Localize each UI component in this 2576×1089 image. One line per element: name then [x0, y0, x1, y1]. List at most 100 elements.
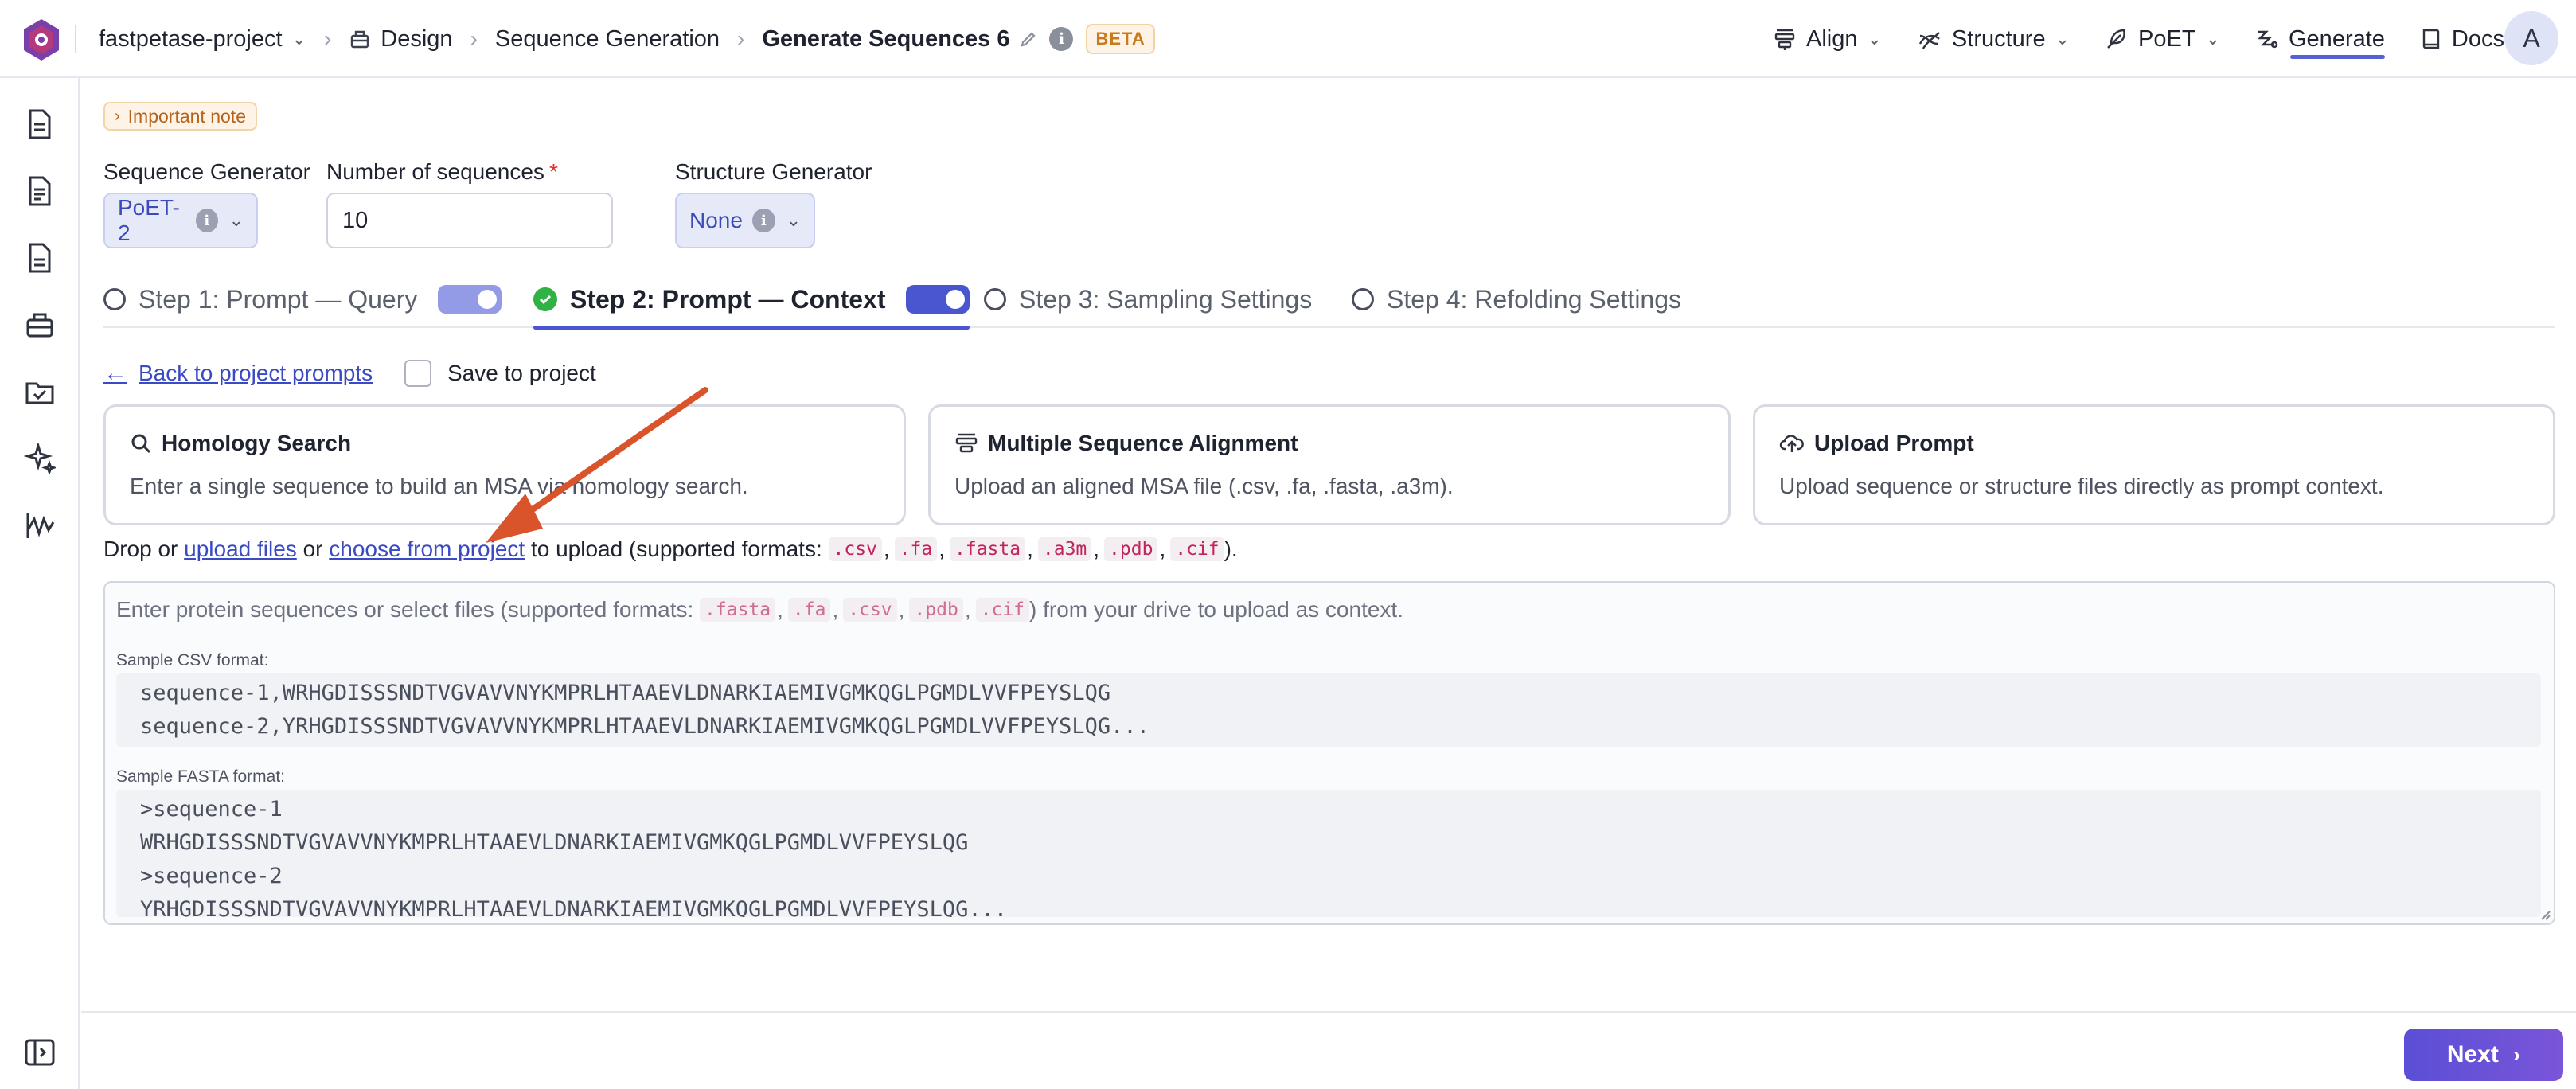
- chevron-right-icon: ›: [2512, 1042, 2521, 1067]
- tab-step-1[interactable]: Step 1: Prompt — Query: [103, 271, 502, 328]
- required-marker: *: [548, 159, 558, 184]
- structure-icon: [1918, 32, 1940, 49]
- sequence-generator-label: Sequence Generator: [103, 159, 310, 184]
- next-button[interactable]: Next ›: [2404, 1028, 2563, 1081]
- sidebar-design-icon[interactable]: [22, 307, 57, 342]
- top-nav: Align ⌄ Structure ⌄ PoET ⌄ Generate Docs: [1738, 0, 2504, 78]
- tab-step-4[interactable]: Step 4: Refolding Settings: [1352, 271, 1681, 328]
- nav-align[interactable]: Align ⌄: [1773, 0, 1882, 78]
- arrow-left-icon: ←: [103, 360, 127, 386]
- msa-card[interactable]: Multiple Sequence Alignment Upload an al…: [928, 404, 1731, 525]
- format-chip: .cif: [975, 598, 1029, 622]
- num-sequences-label-text: Number of sequences: [326, 159, 544, 184]
- homology-search-card[interactable]: Homology Search Enter a single sequence …: [103, 404, 906, 525]
- book-icon: [2422, 29, 2440, 49]
- chevron-down-icon: ⌄: [2205, 29, 2220, 49]
- align-icon: [1774, 29, 1795, 50]
- generate-icon: [2258, 30, 2278, 49]
- back-to-project-prompts-link[interactable]: ← Back to project prompts: [103, 360, 373, 387]
- tab-step-3[interactable]: Step 3: Sampling Settings: [984, 271, 1312, 328]
- upload-icon: [1779, 435, 1804, 452]
- step-2-toggle[interactable]: [906, 285, 970, 314]
- sidebar-report-icon[interactable]: [22, 174, 57, 209]
- sample-fasta-line: >sequence-1: [140, 797, 283, 822]
- save-to-project-option[interactable]: Save to project: [404, 360, 596, 387]
- format-chip: .fasta: [700, 598, 776, 622]
- resize-handle-icon[interactable]: [2538, 908, 2551, 920]
- upload-prompt-desc: Upload sequence or structure files direc…: [1779, 474, 2384, 498]
- upload-files-link[interactable]: upload files: [184, 537, 297, 562]
- sidebar-document-icon[interactable]: [22, 107, 57, 142]
- sequence-generator-value: PoET-2: [118, 195, 180, 245]
- avatar[interactable]: A: [2504, 11, 2558, 65]
- format-chip: .fasta: [950, 537, 1026, 561]
- drop-or: or: [302, 537, 323, 561]
- sample-csv-label: Sample CSV format:: [116, 651, 269, 669]
- breadcrumb-design[interactable]: Design: [349, 26, 453, 53]
- homology-search-desc: Enter a single sequence to build an MSA …: [130, 474, 748, 498]
- homology-search-title: Homology Search: [162, 431, 352, 455]
- card-title: Multiple Sequence Alignment: [954, 431, 1298, 456]
- nav-docs[interactable]: Docs: [2420, 0, 2504, 78]
- nav-structure-label: Structure: [1951, 25, 2046, 52]
- next-label: Next: [2446, 1041, 2499, 1068]
- important-note-toggle[interactable]: › Important note: [103, 102, 257, 131]
- structure-generator-value: None: [689, 208, 743, 232]
- info-icon[interactable]: i: [195, 209, 218, 232]
- drop-close: ).: [1224, 537, 1238, 561]
- step-1-label: Step 1: Prompt — Query: [139, 284, 418, 314]
- sequence-generator-select[interactable]: PoET-2 i ⌄: [103, 193, 258, 248]
- sidebar-sparkle-icon[interactable]: [22, 441, 57, 476]
- bottom-bar: Next ›: [81, 1011, 2576, 1089]
- alignment-icon: [955, 433, 978, 453]
- breadcrumb-subsection-label: Sequence Generation: [494, 25, 720, 52]
- nav-poet[interactable]: PoET ⌄: [2105, 0, 2220, 78]
- num-sequences-input[interactable]: [326, 193, 613, 248]
- chevron-right-icon: ›: [470, 26, 478, 51]
- sidebar-analytics-icon[interactable]: [22, 508, 57, 543]
- search-icon: [131, 434, 151, 454]
- format-chip: .cif: [1170, 537, 1224, 561]
- nav-generate-label: Generate: [2289, 25, 2385, 52]
- design-icon: [349, 28, 371, 50]
- step-1-toggle[interactable]: [438, 285, 502, 314]
- tab-step-2[interactable]: Step 2: Prompt — Context: [533, 271, 970, 330]
- pencil-icon[interactable]: [1019, 29, 1038, 49]
- step-tabs: Step 1: Prompt — Query Step 2: Prompt — …: [103, 271, 2555, 330]
- sample-fasta-line: WRHGDISSSNDTVGVAVVNYKMPRLHTAAEVLDNARKIAE…: [140, 830, 969, 855]
- info-icon[interactable]: i: [751, 209, 775, 232]
- breadcrumb-project[interactable]: fastpetase-project ⌄: [99, 26, 306, 53]
- format-chip: .csv: [828, 537, 882, 561]
- breadcrumb-sequence-generation[interactable]: Sequence Generation: [495, 26, 720, 53]
- check-circle-icon: [533, 287, 557, 311]
- chevron-down-icon: ⌄: [1867, 29, 1882, 49]
- structure-generator-select[interactable]: None i ⌄: [675, 193, 815, 248]
- sidebar-expand-icon[interactable]: [22, 1035, 57, 1070]
- drop-suffix: to upload (supported formats:: [530, 537, 822, 561]
- sample-fasta-label: Sample FASTA format:: [116, 767, 286, 786]
- chevron-down-icon: ⌄: [2055, 29, 2071, 49]
- sample-fasta-line: YRHGDISSSNDTVGVAVVNYKMPRLHTAAEVLDNARKIAE…: [140, 897, 1008, 917]
- app-logo-icon[interactable]: [19, 18, 64, 62]
- page-title: Generate Sequences 6: [762, 25, 1010, 52]
- sidebar-tasks-icon[interactable]: [22, 374, 57, 409]
- upload-prompt-card[interactable]: Upload Prompt Upload sequence or structu…: [1753, 404, 2555, 525]
- save-to-project-checkbox[interactable]: [404, 360, 431, 387]
- radio-icon: [103, 288, 126, 310]
- format-chip: .pdb: [1104, 537, 1158, 561]
- format-chip: .pdb: [909, 598, 963, 622]
- format-chip: .fa: [894, 537, 938, 561]
- nav-structure[interactable]: Structure ⌄: [1917, 0, 2070, 78]
- chevron-down-icon: ⌄: [291, 29, 306, 49]
- nav-generate[interactable]: Generate: [2255, 0, 2385, 78]
- choose-from-project-link[interactable]: choose from project: [329, 537, 525, 562]
- info-icon[interactable]: i: [1049, 27, 1074, 51]
- nav-align-label: Align: [1805, 25, 1858, 52]
- sidebar-notes-icon[interactable]: [22, 240, 57, 275]
- beta-badge: BETA: [1086, 24, 1155, 54]
- context-sequences-textarea[interactable]: Enter protein sequences or select files …: [103, 581, 2555, 925]
- format-chip: .csv: [843, 598, 897, 622]
- breadcrumb-current: Generate Sequences 6 i BETA: [762, 24, 1155, 54]
- format-chip: .a3m: [1037, 537, 1092, 561]
- step-3-label: Step 3: Sampling Settings: [1019, 284, 1313, 314]
